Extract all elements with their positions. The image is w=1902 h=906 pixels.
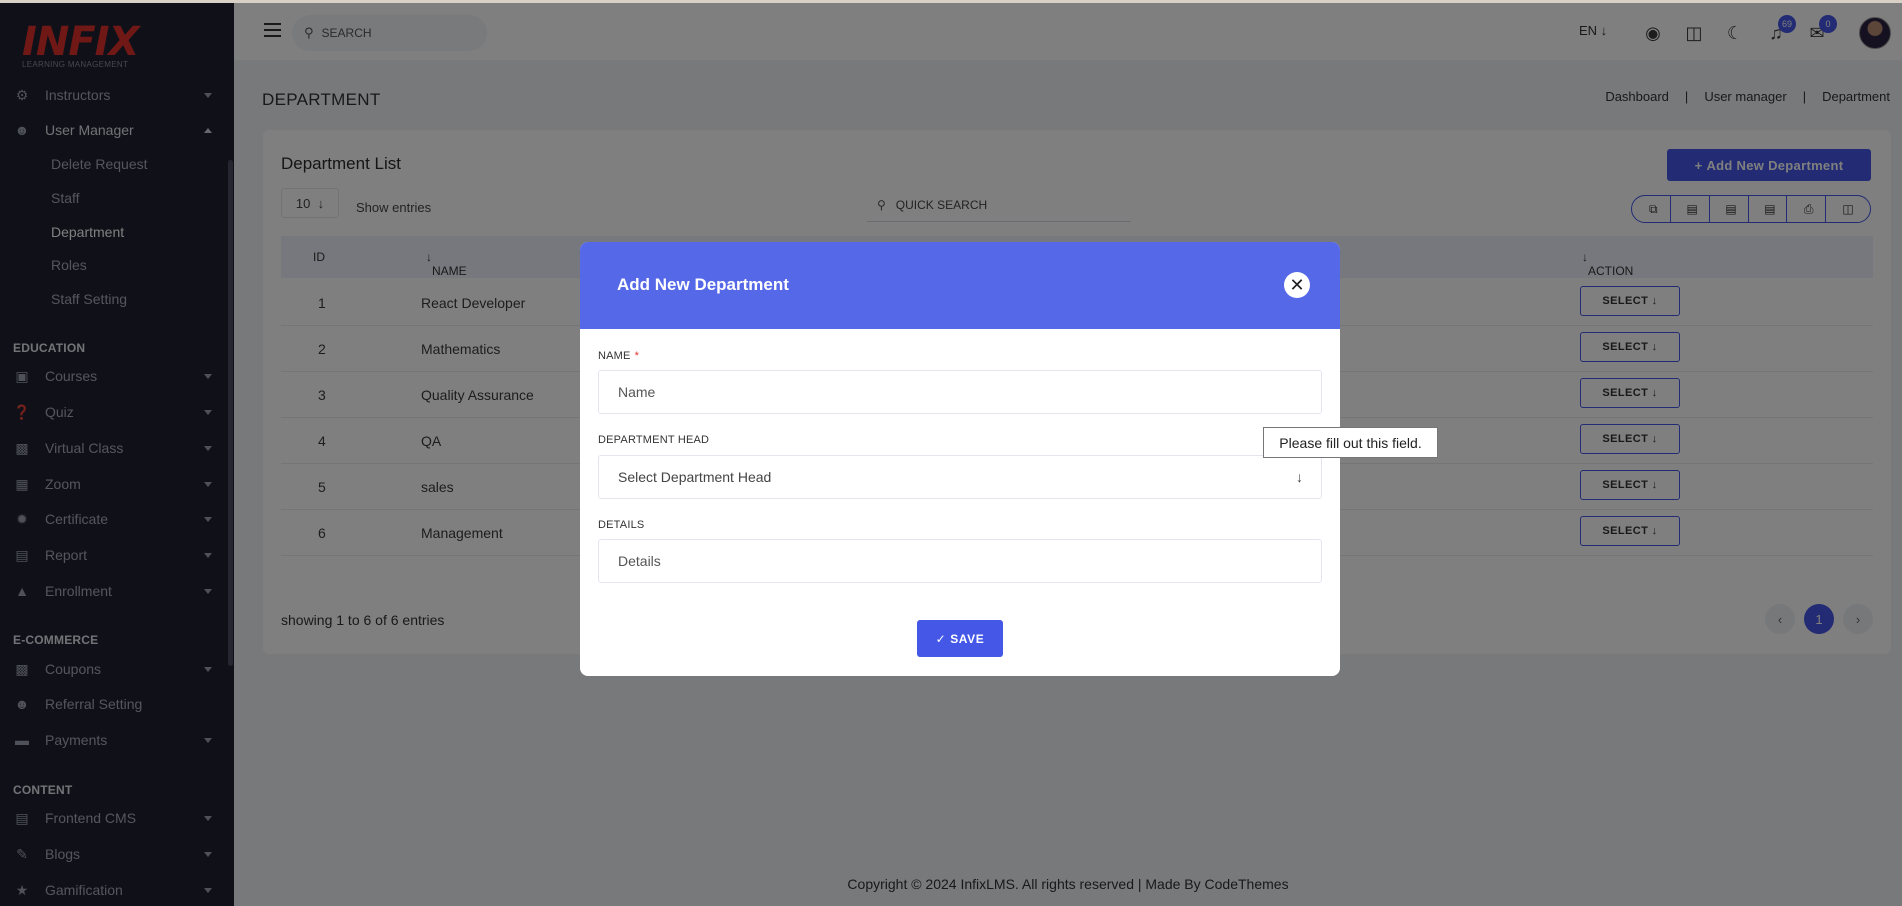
- arrow-down-icon: ↓: [1296, 469, 1303, 485]
- check-icon: ✓: [935, 631, 951, 646]
- details-field[interactable]: [598, 539, 1322, 583]
- details-input[interactable]: [618, 553, 1298, 569]
- required-marker: *: [634, 350, 640, 362]
- name-input[interactable]: [618, 384, 1298, 400]
- add-department-modal: Add New Department ✕ NAME* DEPARTMENT HE…: [580, 242, 1340, 676]
- department-head-select[interactable]: Select Department Head ↓: [598, 455, 1322, 499]
- department-head-label: DEPARTMENT HEAD: [598, 434, 710, 446]
- name-label-text: NAME: [598, 350, 631, 362]
- modal-header: Add New Department ✕: [580, 242, 1340, 329]
- save-button[interactable]: ✓ SAVE: [917, 620, 1003, 657]
- close-icon[interactable]: ✕: [1284, 272, 1310, 298]
- department-head-value: Select Department Head: [618, 469, 772, 485]
- top-border-line: [0, 0, 1902, 3]
- modal-title: Add New Department: [617, 275, 789, 294]
- validation-tooltip: Please fill out this field.: [1263, 427, 1438, 458]
- name-field[interactable]: [598, 370, 1322, 414]
- details-label: DETAILS: [598, 519, 645, 531]
- name-label: NAME *: [598, 350, 639, 362]
- save-label: SAVE: [950, 631, 985, 646]
